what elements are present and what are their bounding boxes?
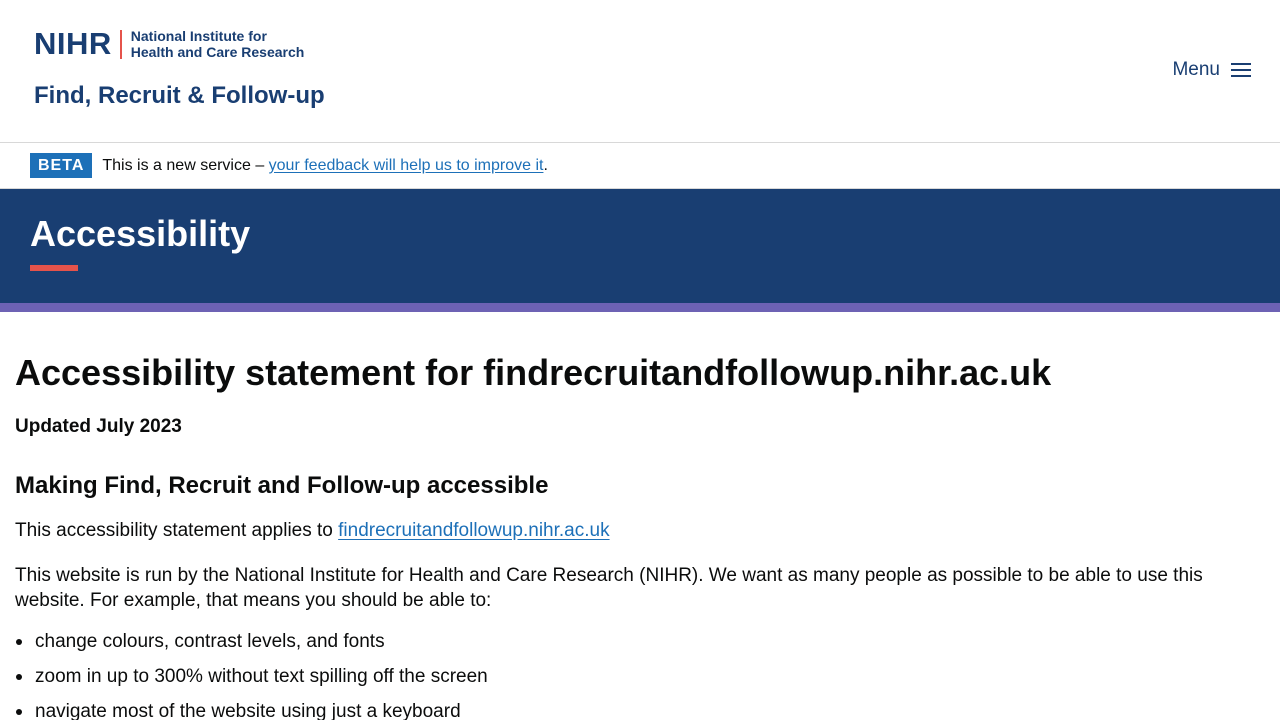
site-link[interactable]: findrecruitandfollowup.nihr.ac.uk [338, 520, 609, 541]
menu-button[interactable]: Menu [1172, 59, 1251, 81]
list-item: change colours, contrast levels, and fon… [15, 629, 1265, 654]
main-content: Accessibility statement for findrecruita… [0, 312, 1280, 720]
beta-text: This is a new service – your feedback wi… [102, 157, 548, 175]
menu-label: Menu [1172, 59, 1220, 80]
nihr-logo[interactable]: NIHR National Institute for Health and C… [34, 26, 305, 61]
bullet-icon [16, 674, 22, 680]
logo-mark: NIHR [34, 26, 112, 61]
beta-text-prefix: This is a new service – [102, 156, 269, 174]
beta-text-suffix: . [543, 156, 548, 174]
updated-date: Updated July 2023 [15, 416, 182, 437]
applies-paragraph: This accessibility statement applies to … [15, 518, 1265, 543]
site-header: NIHR National Institute for Health and C… [0, 0, 1280, 143]
list-item: zoom in up to 300% without text spilling… [15, 664, 1265, 689]
logo-line-2: Health and Care Research [130, 44, 305, 60]
beta-tag: BETA [30, 153, 93, 178]
statement-heading: Accessibility statement for findrecruita… [15, 352, 1052, 393]
page-title: Accessibility [30, 213, 251, 254]
list-item-text: zoom in up to 300% without text spilling… [35, 666, 488, 687]
phase-banner: BETA This is a new service – your feedba… [0, 143, 1280, 189]
bullet-icon [16, 709, 22, 715]
service-name-link[interactable]: Find, Recruit & Follow-up [34, 82, 325, 110]
bullet-icon [16, 639, 22, 645]
hero-stripe [0, 303, 1280, 312]
list-item: navigate most of the website using just … [15, 699, 1265, 720]
logo-line-1: National Institute for [130, 28, 267, 44]
list-item-text: change colours, contrast levels, and fon… [35, 631, 385, 652]
logo-text: National Institute for Health and Care R… [131, 28, 305, 60]
list-item-text: navigate most of the website using just … [35, 701, 461, 720]
intro-paragraph: This website is run by the National Inst… [15, 565, 1203, 611]
page-hero: Accessibility [0, 189, 1280, 303]
feedback-link[interactable]: your feedback will help us to improve it [269, 157, 544, 174]
logo-divider [119, 29, 122, 59]
ability-list: change colours, contrast levels, and fon… [15, 629, 1265, 720]
section-heading: Making Find, Recruit and Follow-up acces… [15, 472, 549, 499]
applies-text: This accessibility statement applies to [15, 520, 339, 541]
hamburger-icon [1231, 63, 1251, 77]
title-accent-bar [30, 265, 78, 271]
